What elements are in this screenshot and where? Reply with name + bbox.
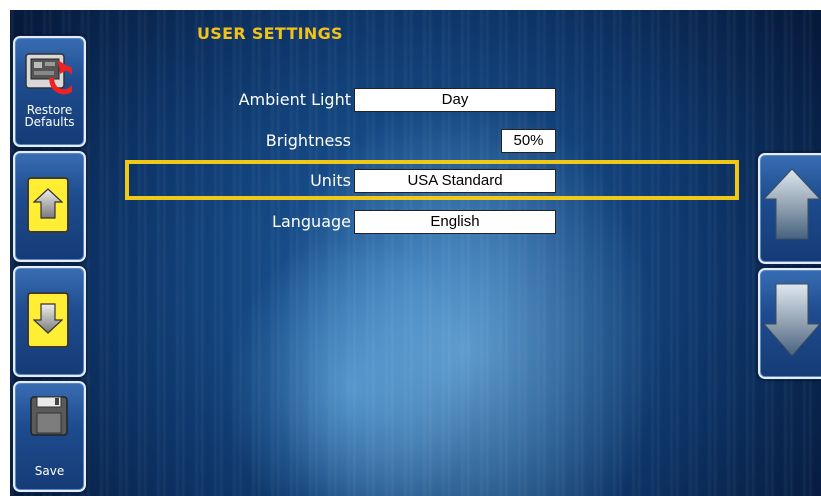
up-arrow-large-icon xyxy=(762,168,821,240)
brightness-label: Brightness xyxy=(265,131,351,150)
up-arrow-icon xyxy=(33,188,63,219)
down-arrow-icon xyxy=(33,303,63,334)
save-button[interactable]: Save xyxy=(12,380,87,493)
language-field[interactable]: English xyxy=(354,210,556,234)
restore-defaults-label-line2: Defaults xyxy=(24,115,75,129)
restore-defaults-icon xyxy=(25,53,72,95)
page-down-button[interactable] xyxy=(757,267,821,380)
save-label: Save xyxy=(34,464,65,478)
units-field[interactable]: USA Standard xyxy=(354,169,556,193)
brightness-field[interactable]: 50% xyxy=(501,129,556,153)
restore-defaults-button[interactable]: Restore Defaults xyxy=(12,35,87,148)
language-label: Language xyxy=(272,212,351,231)
scroll-down-button[interactable] xyxy=(12,265,87,378)
page-title: USER SETTINGS xyxy=(197,24,343,43)
ambient-light-field[interactable]: Day xyxy=(354,88,556,112)
up-arrow-box xyxy=(27,177,69,233)
screen: USER SETTINGS Restore Defaults Save Ambi… xyxy=(10,10,821,496)
ambient-light-label: Ambient Light xyxy=(238,90,351,109)
background-streaks xyxy=(10,10,821,496)
page-up-button[interactable] xyxy=(757,152,821,265)
scroll-up-button[interactable] xyxy=(12,150,87,263)
down-arrow-box xyxy=(27,292,69,348)
units-label: Units xyxy=(310,171,351,190)
save-disk-icon xyxy=(30,396,68,436)
down-arrow-large-icon xyxy=(762,283,821,357)
